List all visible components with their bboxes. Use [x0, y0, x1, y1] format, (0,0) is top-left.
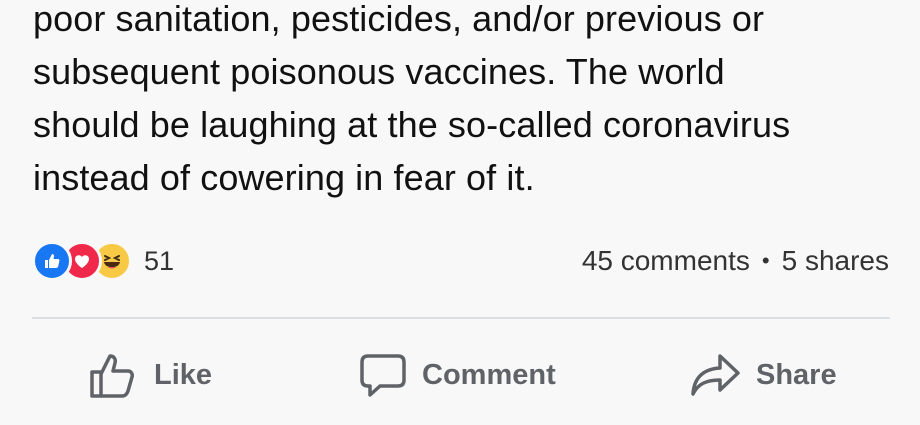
- reactions-summary[interactable]: 51: [32, 241, 174, 281]
- share-label: Share: [756, 358, 837, 391]
- post-body-text: poor sanitation, pesticides, and/or prev…: [33, 0, 903, 204]
- facebook-post: poor sanitation, pesticides, and/or prev…: [0, 0, 920, 425]
- post-text-line: poor sanitation, pesticides, and/or prev…: [33, 0, 765, 39]
- comment-button[interactable]: Comment: [358, 345, 556, 405]
- post-text-line: should be laughing at the so-called coro…: [33, 104, 791, 145]
- post-text-line: subsequent poisonous vaccines. The world: [33, 51, 725, 92]
- comment-bubble-icon: [360, 354, 406, 397]
- engagement-stats: 45 comments • 5 shares: [582, 242, 889, 280]
- post-text-line: instead of cowering in fear of it.: [33, 157, 535, 198]
- comments-count-link[interactable]: 45 comments: [582, 245, 750, 277]
- shares-count-link[interactable]: 5 shares: [782, 245, 889, 277]
- share-button[interactable]: Share: [690, 345, 837, 405]
- comment-label: Comment: [422, 358, 556, 391]
- reaction-count: 51: [144, 245, 175, 276]
- like-button[interactable]: Like: [88, 345, 212, 405]
- like-reaction-icon: [32, 241, 72, 281]
- post-action-bar: Like Comment Share: [0, 345, 920, 405]
- divider: [32, 317, 890, 319]
- stats-separator: •: [761, 248, 770, 273]
- share-arrow-icon: [691, 354, 740, 396]
- thumbs-up-icon: [90, 354, 134, 398]
- like-label: Like: [154, 358, 213, 391]
